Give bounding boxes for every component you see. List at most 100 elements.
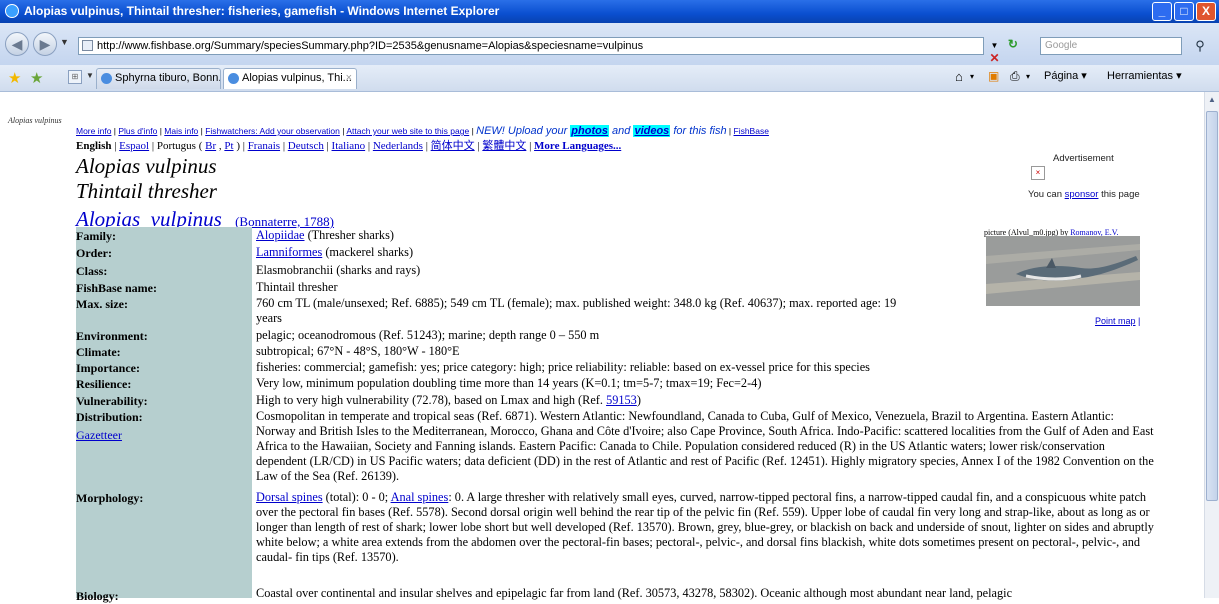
lang-portugues: Portugus xyxy=(156,140,196,152)
common-name-title: Thintail thresher xyxy=(76,179,217,203)
fishwatchers-link[interactable]: Fishwatchers: Add your observation xyxy=(205,126,340,136)
sponsor-text: You can sponsor this page xyxy=(1028,189,1140,200)
stop-icon[interactable]: ✕ xyxy=(987,51,1002,65)
more-languages-link[interactable]: More Languages... xyxy=(534,140,621,152)
ie-logo-icon xyxy=(5,4,19,18)
window-titlebar: Alopias vulpinus, Thintail thresher: fis… xyxy=(0,0,1219,23)
tab-close-icon[interactable]: × xyxy=(346,69,352,88)
lang-chinese-traditional[interactable]: 繁體中文 xyxy=(482,140,526,152)
resilience-value: Very low, minimum population doubling ti… xyxy=(256,376,762,390)
fish-photo-image xyxy=(986,236,1140,306)
videos-link[interactable]: videos xyxy=(633,125,671,137)
more-info-link[interactable]: More info xyxy=(76,126,111,136)
print-dropdown-icon[interactable]: ▾ xyxy=(1026,72,1030,81)
max-size-label: Max. size: xyxy=(76,297,128,311)
vulnerability-label: Vulnerability: xyxy=(76,394,148,408)
search-input[interactable]: Google xyxy=(1040,37,1182,55)
home-dropdown-icon[interactable]: ▾ xyxy=(970,72,974,81)
family-link[interactable]: Alopiidae xyxy=(256,228,305,242)
fish-photo[interactable] xyxy=(986,236,1140,306)
search-icon[interactable]: ⚲ xyxy=(1186,36,1214,56)
importance-value: fisheries: commercial; gamefish: yes; pr… xyxy=(256,360,870,374)
add-favorites-icon[interactable]: ★ xyxy=(30,69,43,87)
info-links-row: More info | Plus d'info | Mais info | Fi… xyxy=(76,125,769,137)
page-icon xyxy=(82,40,93,51)
upload-promo: NEW! Upload your photos and videos for t… xyxy=(476,125,727,137)
importance-label: Importance: xyxy=(76,361,140,375)
tab-page-icon xyxy=(101,73,112,84)
home-icon[interactable]: ⌂ xyxy=(955,69,963,84)
order-link[interactable]: Lamniformes xyxy=(256,245,322,259)
scroll-up-icon[interactable]: ▲ xyxy=(1206,94,1218,106)
address-url: http://www.fishbase.org/Summary/speciesS… xyxy=(97,40,644,52)
tab-page-icon xyxy=(228,73,239,84)
broken-image-icon: × xyxy=(1031,166,1045,180)
tab-alopias[interactable]: Alopias vulpinus, Thi... × xyxy=(223,68,357,89)
biology-value: Coastal over continental and insular she… xyxy=(256,586,1013,600)
class-label: Class: xyxy=(76,264,108,278)
lang-english: English xyxy=(76,140,112,152)
tab-sphyrna[interactable]: Sphyrna tiburo, Bonn... xyxy=(96,68,221,89)
quick-tabs-icon[interactable]: ⊞ xyxy=(68,70,82,84)
address-dropdown-icon[interactable]: ▼ xyxy=(987,41,1002,50)
gazetteer-link[interactable]: Gazetteer xyxy=(76,428,122,443)
environment-value: pelagic; oceanodromous (Ref. 51243); mar… xyxy=(256,328,600,342)
lang-pt[interactable]: Pt xyxy=(224,140,233,152)
point-map-link[interactable]: Point map xyxy=(1095,316,1136,326)
lang-italiano[interactable]: Italiano xyxy=(332,140,366,152)
plus-info-link[interactable]: Plus d'info xyxy=(118,126,157,136)
refresh-icon[interactable]: ↻ xyxy=(1005,37,1020,51)
sponsor-link[interactable]: sponsor xyxy=(1065,189,1099,200)
vertical-scrollbar[interactable]: ▲ xyxy=(1204,92,1219,598)
lang-br[interactable]: Br xyxy=(205,140,216,152)
climate-value: subtropical; 67°N - 48°S, 180°W - 180°E xyxy=(256,344,460,358)
address-tools: ▼ ↻ ✕ xyxy=(987,37,1035,65)
mais-info-link[interactable]: Mais info xyxy=(164,126,198,136)
back-button[interactable]: ◀ xyxy=(5,32,29,56)
tools-menu[interactable]: Herramientas ▾ xyxy=(1107,69,1182,82)
morphology-label: Morphology: xyxy=(76,491,144,505)
advertisement-label: Advertisement xyxy=(1053,153,1114,164)
close-button[interactable]: X xyxy=(1196,2,1216,21)
distribution-value: Cosmopolitan in temperate and tropical s… xyxy=(256,409,1154,483)
distribution-label: Distribution: xyxy=(76,410,143,424)
tab-list-dropdown-icon[interactable]: ▼ xyxy=(86,71,94,80)
lang-deutsch[interactable]: Deutsch xyxy=(288,140,324,152)
anal-spines-link[interactable]: Anal spines xyxy=(391,490,449,504)
page-menu[interactable]: Página ▾ xyxy=(1044,69,1087,82)
fishbase-link[interactable]: FishBase xyxy=(734,126,769,136)
favorites-star-icon[interactable]: ★ xyxy=(8,69,21,87)
photos-link[interactable]: photos xyxy=(570,125,609,137)
tab-bar: ★ ★ ⊞ ▼ Sphyrna tiburo, Bonn... Alopias … xyxy=(0,65,1219,92)
forward-button[interactable]: ▶ xyxy=(33,32,57,56)
lang-francais[interactable]: Franais xyxy=(248,140,280,152)
order-label: Order: xyxy=(76,246,112,260)
climate-label: Climate: xyxy=(76,345,121,359)
lang-chinese-simplified[interactable]: 简体中文 xyxy=(431,140,475,152)
resilience-label: Resilience: xyxy=(76,377,132,391)
scroll-thumb[interactable] xyxy=(1206,111,1218,501)
history-dropdown-icon[interactable]: ▼ xyxy=(60,37,69,47)
feeds-icon[interactable]: ▣ xyxy=(988,69,999,83)
address-bar[interactable]: http://www.fishbase.org/Summary/speciesS… xyxy=(78,37,984,55)
attach-site-link[interactable]: Attach your web site to this page xyxy=(346,126,469,136)
vulnerability-value: High to very high vulnerability (72.78),… xyxy=(256,393,641,407)
window-title: Alopias vulpinus, Thintail thresher: fis… xyxy=(24,4,500,18)
print-icon[interactable]: ⎙ xyxy=(1010,69,1020,84)
morphology-value: Dorsal spines (total): 0 - 0; Anal spine… xyxy=(256,490,1154,564)
language-bar: English | Espaol | Portugus ( Br , Pt ) … xyxy=(76,140,622,152)
fishbase-name-label: FishBase name: xyxy=(76,281,157,295)
lang-nederlands[interactable]: Nederlands xyxy=(373,140,423,152)
lang-espanol[interactable]: Espaol xyxy=(119,140,149,152)
species-title: Alopias vulpinus xyxy=(76,154,217,178)
dorsal-spines-link[interactable]: Dorsal spines xyxy=(256,490,323,504)
vulnerability-ref-link[interactable]: 59153 xyxy=(606,393,637,407)
maximize-button[interactable]: □ xyxy=(1174,2,1194,21)
point-map: Point map | xyxy=(1095,316,1141,326)
address-toolbar: ◀ ▶ ▼ http://www.fishbase.org/Summary/sp… xyxy=(0,23,1219,66)
max-size-value: 760 cm TL (male/unsexed; Ref. 6885); 549… xyxy=(256,296,897,325)
minimize-button[interactable]: _ xyxy=(1152,2,1172,21)
family-label: Family: xyxy=(76,229,116,243)
tab-label: Alopias vulpinus, Thi... xyxy=(242,72,352,84)
environment-label: Environment: xyxy=(76,329,148,343)
